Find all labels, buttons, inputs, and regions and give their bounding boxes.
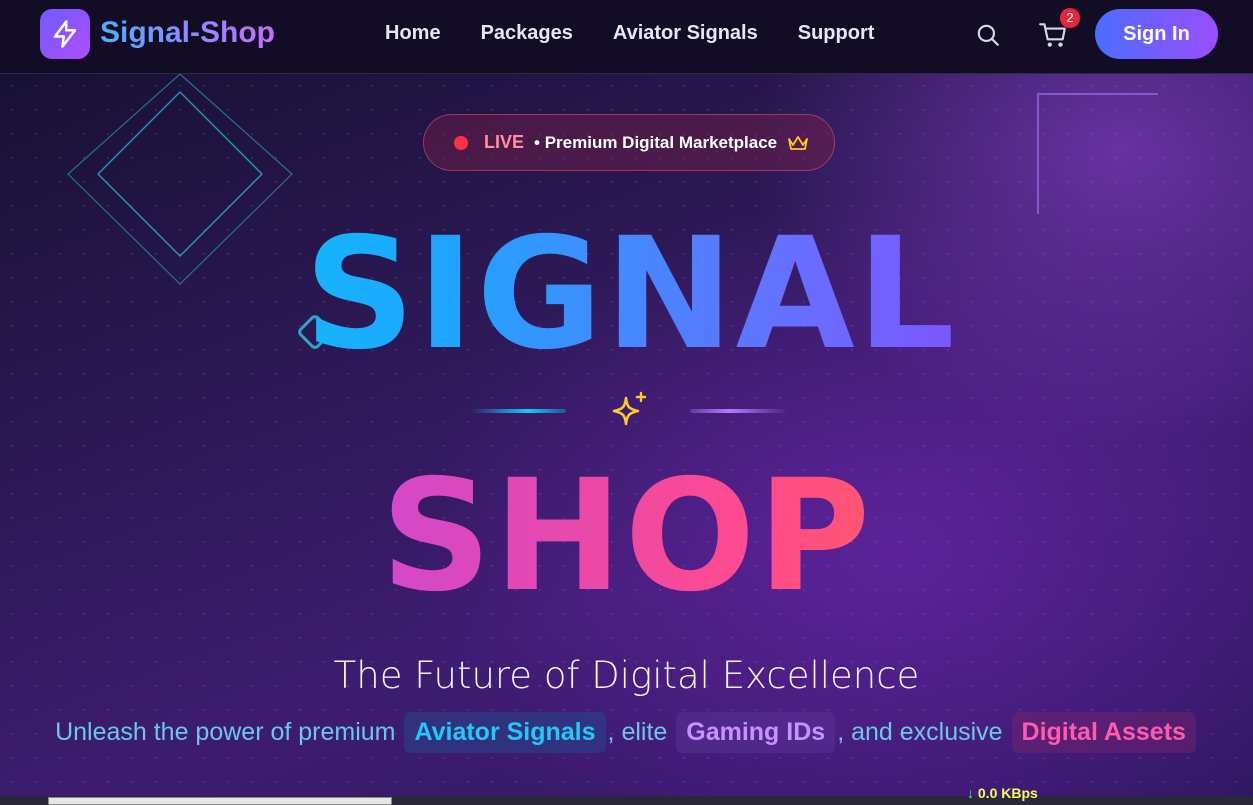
network-speed-value: 0.0 KBps [977,785,1038,801]
subline-text-2: , elite [607,718,668,746]
sparkle-icon [612,391,647,426]
subline-text-3: , and exclusive [837,718,1003,746]
top-navbar: Signal-Shop Home Packages Aviator Signal… [0,0,1253,74]
bolt-icon [53,20,77,48]
chip-digital-assets: Digital Assets [1011,712,1196,753]
hero-tagline: The Future of Digital Excellence [333,654,920,697]
nav-link-support[interactable]: Support [798,22,875,45]
hero-subline: Unleash the power of premium Aviator Sig… [0,712,1253,753]
nav-link-aviator-signals[interactable]: Aviator Signals [613,22,758,45]
taskbar-search-field[interactable] [48,797,392,805]
divider-left [470,409,566,413]
live-dot-icon [454,135,468,150]
search-icon[interactable] [975,22,1001,48]
chip-aviator-signals: Aviator Signals [404,712,606,753]
live-status-pill: LIVE • Premium Digital Marketplace [423,114,835,171]
brand-name[interactable]: Signal-Shop [100,16,275,50]
corner-bracket-decoration [1037,93,1158,214]
hero-title-shop: SHOP [0,460,1253,614]
crown-icon [788,135,809,150]
cart-count-badge: 2 [1060,8,1080,28]
sign-in-button[interactable]: Sign In [1095,9,1218,59]
brand-logo[interactable] [40,9,90,59]
divider-right [690,409,788,413]
subline-text-1: Unleash the power of premium [55,718,396,746]
nav-links: Home Packages Aviator Signals Support [385,22,874,45]
live-label: LIVE [484,132,525,152]
download-arrow-icon: ↓ [967,785,974,801]
chip-gaming-ids: Gaming IDs [676,712,836,753]
nav-link-home[interactable]: Home [385,22,441,45]
live-subtitle: • Premium Digital Marketplace [534,132,778,152]
network-speed-indicator: ↓ 0.0 KBps [967,785,1038,801]
nav-link-packages[interactable]: Packages [481,22,573,45]
hero-title-signal: SIGNAL [0,218,1253,372]
